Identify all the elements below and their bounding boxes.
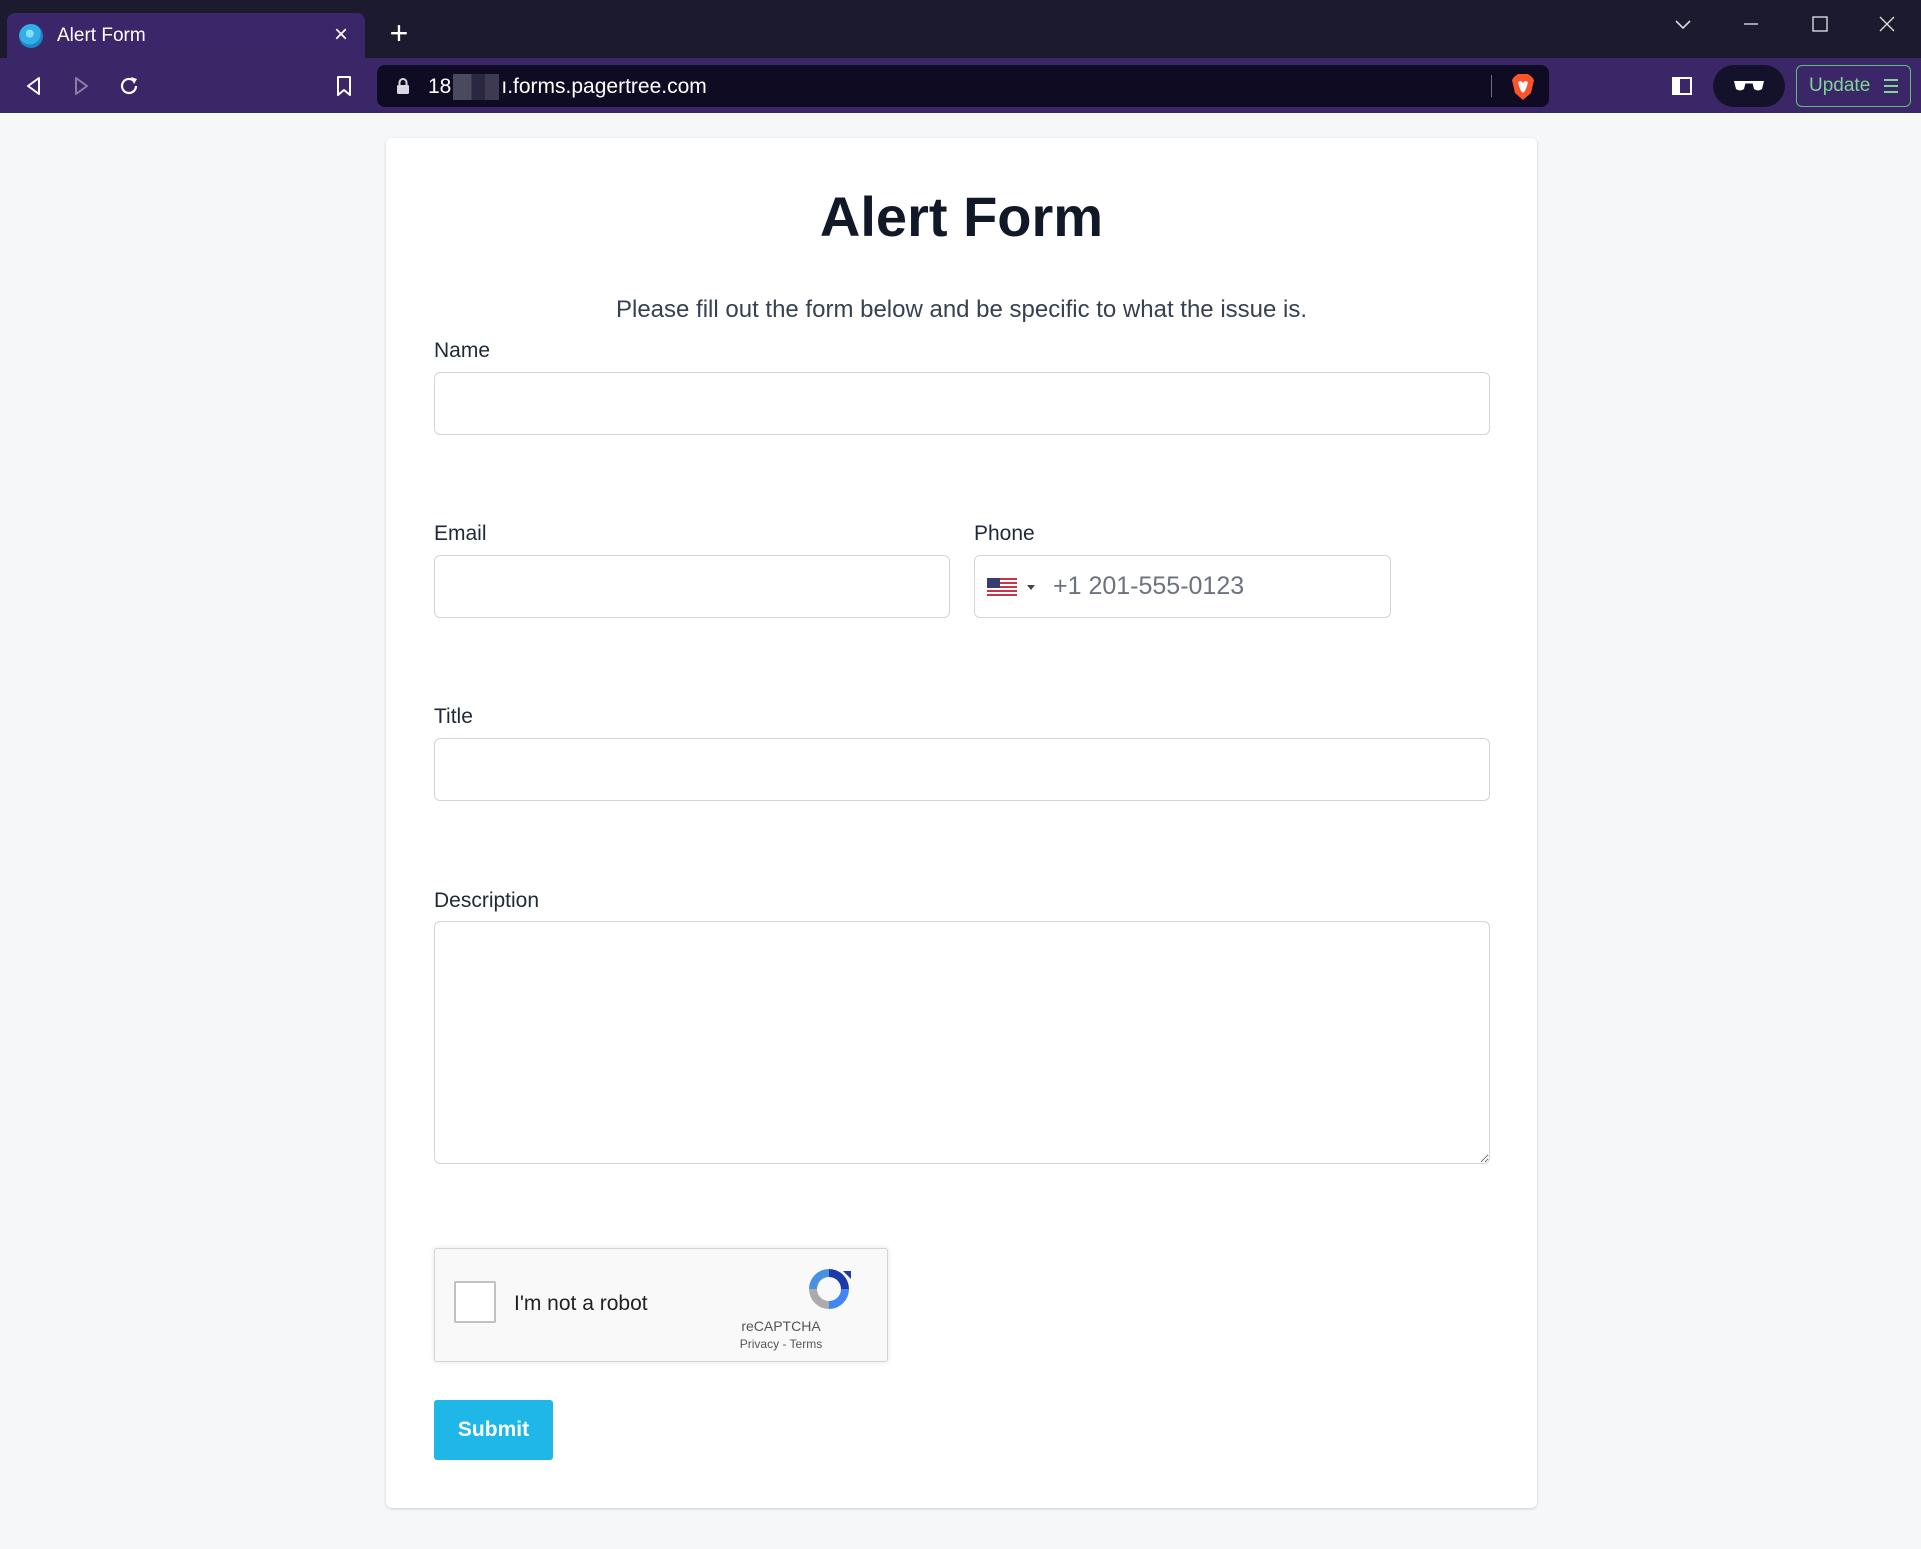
alert-form-card: Alert Form Please fill out the form belo… — [386, 138, 1537, 1508]
address-bar[interactable]: 18 ı.forms.pagertree.com — [377, 65, 1549, 107]
window-close-icon[interactable] — [1867, 8, 1907, 40]
country-code-dropdown[interactable] — [987, 576, 1039, 598]
new-tab-plus-icon[interactable]: + — [385, 17, 413, 49]
update-label: Update — [1809, 75, 1871, 96]
reload-button[interactable] — [111, 68, 147, 104]
url-redacted-region — [453, 74, 500, 100]
forward-button[interactable] — [63, 68, 99, 104]
title-label: Title — [434, 705, 473, 728]
email-input[interactable] — [434, 555, 950, 618]
form-instructions: Please fill out the form below and be sp… — [615, 296, 1308, 323]
description-label: Description — [434, 889, 540, 912]
tab-bar: Alert Form × + — [0, 0, 1921, 58]
name-input[interactable] — [434, 372, 1490, 435]
update-menu-button[interactable]: Update — [1796, 65, 1911, 107]
maximize-icon[interactable] — [1799, 8, 1839, 40]
tab-search-chevron-down-icon[interactable] — [1663, 8, 1703, 40]
recaptcha-logo-icon — [809, 1269, 851, 1309]
brave-wallet-button[interactable] — [1713, 65, 1785, 107]
reload-icon — [120, 77, 138, 95]
title-input[interactable] — [434, 738, 1490, 801]
recaptcha-widget: I'm not a robot reCAPTCHA Privacy - Term… — [434, 1248, 888, 1362]
brave-shields-icon[interactable] — [1509, 72, 1537, 102]
sidebar-toggle-button[interactable] — [1664, 68, 1700, 104]
browser-chrome: Alert Form × + 18 ı.forms.pagertree.com … — [0, 0, 1921, 113]
us-flag-icon — [987, 578, 1017, 596]
bookmark-button[interactable] — [326, 68, 362, 104]
recaptcha-brand: reCAPTCHA — [741, 1318, 821, 1334]
url-separator — [1491, 75, 1492, 97]
phone-field — [974, 555, 1391, 618]
close-icon[interactable]: × — [329, 22, 353, 48]
back-button[interactable] — [16, 68, 52, 104]
minimize-icon[interactable] — [1731, 8, 1771, 40]
submit-button[interactable]: Submit — [434, 1400, 553, 1460]
sidebar-icon — [1672, 77, 1692, 95]
description-textarea[interactable] — [434, 921, 1490, 1164]
tab-title: Alert Form — [57, 24, 146, 46]
recaptcha-label: I'm not a robot — [514, 1292, 648, 1315]
sunglasses-icon — [1734, 81, 1764, 91]
name-label: Name — [434, 339, 491, 362]
url-prefix: 18 — [428, 75, 452, 98]
caret-down-icon — [1027, 585, 1035, 590]
page-title: Alert Form — [819, 185, 1104, 248]
hamburger-menu-icon — [1884, 75, 1898, 97]
url-domain: ı.forms.pagertree.com — [501, 75, 707, 98]
phone-input[interactable] — [1053, 562, 1373, 610]
forward-arrow-icon — [75, 77, 88, 95]
email-label: Email — [434, 522, 487, 545]
lock-icon[interactable] — [395, 77, 411, 95]
pagertree-favicon-icon — [19, 23, 43, 48]
recaptcha-checkbox[interactable] — [454, 1281, 496, 1323]
back-arrow-icon — [27, 77, 40, 95]
phone-label: Phone — [974, 522, 1035, 545]
url-text: 18 ı.forms.pagertree.com — [428, 74, 707, 100]
recaptcha-privacy-terms-links[interactable]: Privacy - Terms — [687, 1337, 875, 1351]
bookmark-icon — [337, 76, 351, 96]
tab-alert-form[interactable]: Alert Form × — [7, 13, 365, 58]
